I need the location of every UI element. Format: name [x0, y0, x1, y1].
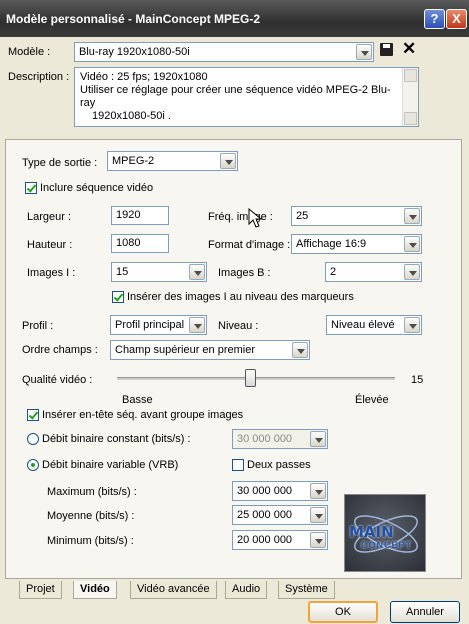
- insert-iframes-label: Insérer des images I au niveau des marqu…: [127, 291, 354, 303]
- aspect-select[interactable]: Affichage 16:9: [291, 234, 422, 254]
- description-line: Vidéo : 25 fps; 1920x1080: [80, 71, 208, 83]
- description-label: Description :: [8, 71, 70, 83]
- quality-low-label: Basse: [122, 394, 153, 406]
- cbr-value: 30 000 000: [237, 433, 293, 445]
- tab-system[interactable]: Système: [278, 581, 335, 599]
- framerate-select[interactable]: 25: [291, 206, 422, 226]
- two-pass-checkbox[interactable]: [232, 459, 244, 471]
- level-label: Niveau :: [218, 320, 259, 332]
- description-scrollbar[interactable]: [402, 68, 418, 126]
- chevron-down-icon: [310, 532, 326, 548]
- chevron-down-icon: [404, 317, 420, 333]
- output-type-select[interactable]: MPEG-2: [107, 151, 238, 171]
- tab-project[interactable]: Projet: [19, 581, 62, 599]
- chevron-down-icon: [220, 153, 236, 169]
- window-title: Modèle personnalisé - MainConcept MPEG-2: [6, 12, 261, 26]
- chevron-down-icon: [189, 317, 205, 333]
- avg-bitrate-label: Moyenne (bits/s) :: [47, 510, 135, 522]
- description-line: 1920x1080-50i .: [92, 110, 171, 122]
- tab-audio[interactable]: Audio: [225, 581, 268, 599]
- bframes-label: Images B :: [218, 267, 271, 279]
- iframes-select[interactable]: 15: [111, 262, 207, 282]
- level-select[interactable]: Niveau élevé: [326, 315, 422, 335]
- save-icon[interactable]: [380, 43, 393, 56]
- cbr-label: Débit binaire constant (bits/s) :: [42, 433, 191, 445]
- help-button[interactable]: ?: [424, 9, 445, 29]
- include-video-label: Inclure séquence vidéo: [40, 182, 154, 194]
- quality-value: 15: [411, 374, 424, 386]
- min-bitrate-label: Minimum (bits/s) :: [47, 535, 134, 547]
- width-label: Largeur :: [27, 211, 72, 223]
- avg-bitrate-select[interactable]: 25 000 000: [232, 505, 328, 525]
- iframes-value: 15: [116, 266, 129, 278]
- two-pass-label: Deux passes: [247, 459, 311, 471]
- logo-main-text: MAIN: [349, 523, 394, 541]
- chevron-down-icon: [356, 44, 372, 60]
- min-bitrate-value: 20 000 000: [237, 534, 293, 546]
- chevron-down-icon: [310, 507, 326, 523]
- ok-button[interactable]: OK: [308, 601, 378, 623]
- output-type-value: MPEG-2: [112, 155, 155, 167]
- model-select[interactable]: Blu-ray 1920x1080-50i: [74, 42, 374, 62]
- chevron-down-icon: [310, 431, 326, 447]
- chevron-down-icon: [404, 236, 420, 252]
- bframes-select[interactable]: 2: [325, 262, 422, 282]
- tab-advanced-video[interactable]: Vidéo avancée: [130, 581, 217, 599]
- scroll-down-icon[interactable]: [404, 112, 417, 125]
- field-order-label: Ordre champs :: [22, 344, 98, 356]
- height-input[interactable]: 1080: [111, 234, 169, 253]
- min-bitrate-select[interactable]: 20 000 000: [232, 530, 328, 550]
- model-label: Modèle :: [8, 46, 51, 58]
- include-video-checkbox[interactable]: [25, 182, 37, 194]
- insert-iframes-checkbox[interactable]: [112, 291, 124, 303]
- scroll-up-icon[interactable]: [404, 69, 417, 82]
- chevron-down-icon: [404, 208, 420, 224]
- field-order-select[interactable]: Champ supérieur en premier: [110, 340, 310, 360]
- mouse-cursor-icon: [248, 207, 263, 231]
- chevron-down-icon: [404, 264, 420, 280]
- quality-label: Qualité vidéo :: [22, 374, 93, 386]
- description-line: Utiliser ce réglage pour créer une séque…: [80, 84, 391, 109]
- profile-label: Profil :: [22, 320, 54, 332]
- chevron-down-icon: [292, 342, 308, 358]
- insert-header-checkbox[interactable]: [27, 409, 39, 421]
- level-value: Niveau élevé: [331, 319, 395, 331]
- description-textarea[interactable]: Vidéo : 25 fps; 1920x1080 Utiliser ce ré…: [74, 67, 419, 127]
- cbr-radio[interactable]: [27, 433, 39, 445]
- vbr-radio[interactable]: [27, 459, 39, 471]
- max-bitrate-select[interactable]: 30 000 000: [232, 481, 328, 501]
- close-button[interactable]: X: [446, 9, 467, 29]
- title-bar: Modèle personnalisé - MainConcept MPEG-2…: [0, 0, 469, 37]
- avg-bitrate-value: 25 000 000: [237, 509, 293, 521]
- field-order-value: Champ supérieur en premier: [115, 344, 256, 356]
- mainconcept-logo: MAIN CONCEPT: [344, 494, 426, 572]
- aspect-value: Affichage 16:9: [296, 238, 367, 250]
- logo-concept-text: CONCEPT: [361, 540, 413, 550]
- chevron-down-icon: [310, 483, 326, 499]
- max-bitrate-value: 30 000 000: [237, 485, 293, 497]
- output-type-label: Type de sortie :: [22, 157, 98, 169]
- framerate-label: Fréq. image :: [208, 211, 273, 223]
- cbr-select[interactable]: 30 000 000: [232, 429, 328, 449]
- cancel-button[interactable]: Annuler: [390, 601, 460, 623]
- width-input[interactable]: 1920: [111, 206, 169, 225]
- model-select-value: Blu-ray 1920x1080-50i: [79, 46, 190, 58]
- profile-value: Profil principal: [115, 319, 185, 331]
- iframes-label: Images I :: [27, 267, 76, 279]
- vbr-label: Débit binaire variable (VRB): [42, 459, 179, 471]
- quality-slider-thumb[interactable]: [245, 369, 257, 387]
- framerate-value: 25: [296, 210, 309, 222]
- profile-select[interactable]: Profil principal: [110, 315, 207, 335]
- tab-video[interactable]: Vidéo: [73, 581, 117, 599]
- max-bitrate-label: Maximum (bits/s) :: [47, 486, 137, 498]
- delete-icon[interactable]: ✕: [402, 40, 416, 57]
- bframes-value: 2: [330, 266, 337, 278]
- height-label: Hauteur :: [27, 239, 73, 251]
- insert-header-label: Insérer en-tête séq. avant groupe images: [42, 409, 244, 421]
- aspect-label: Format d'image :: [208, 239, 291, 251]
- quality-high-label: Élevée: [355, 394, 389, 406]
- chevron-down-icon: [189, 264, 205, 280]
